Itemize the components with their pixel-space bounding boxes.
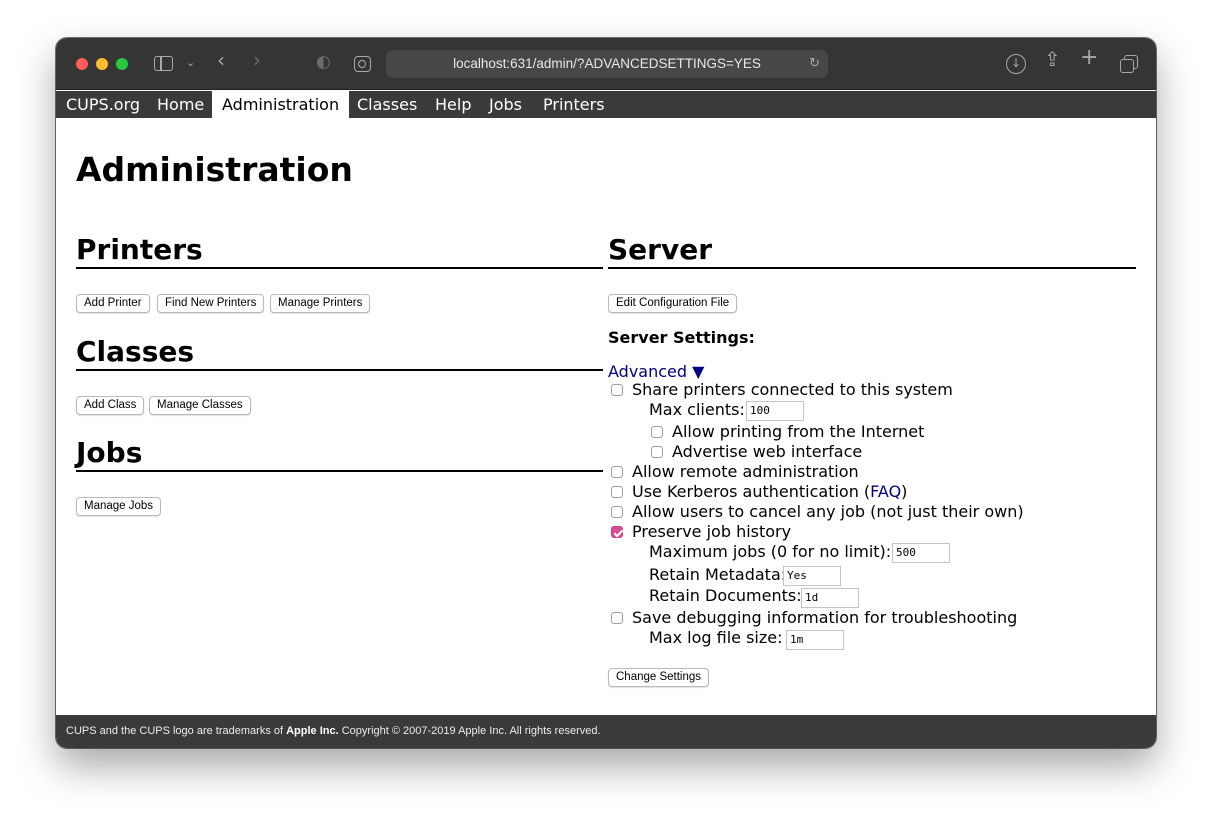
forward-arrow-icon[interactable]: ›: [253, 50, 261, 70]
preserve-history-checkbox[interactable]: [611, 526, 623, 538]
close-window-button[interactable]: [76, 58, 88, 70]
new-tab-icon[interactable]: +: [1080, 47, 1098, 69]
max-clients-row: Max clients:: [649, 400, 745, 420]
server-settings-label: Server Settings:: [608, 328, 755, 347]
retain-documents-row: Retain Documents:: [649, 586, 802, 606]
debug-logging-checkbox[interactable]: [611, 612, 623, 624]
share-icon[interactable]: ⇪: [1044, 49, 1061, 69]
cancel-any-job-checkbox[interactable]: [611, 506, 623, 518]
remote-admin-checkbox[interactable]: [611, 466, 623, 478]
retain-metadata-row: Retain Metadata:: [649, 565, 786, 585]
footer-brand: Apple Inc.: [286, 725, 339, 737]
allow-internet-checkbox[interactable]: [651, 426, 663, 438]
classes-heading: Classes: [76, 335, 603, 371]
page-title: Administration: [76, 150, 353, 189]
remote-admin-label: Allow remote administration: [632, 462, 859, 481]
preserve-history-label: Preserve job history: [632, 522, 792, 541]
max-log-size-row: Max log file size:: [649, 628, 783, 648]
max-log-size-input[interactable]: 1m: [786, 630, 844, 650]
retain-documents-label: Retain Documents:: [649, 586, 802, 605]
max-jobs-input[interactable]: 500: [892, 543, 950, 563]
change-settings-button[interactable]: Change Settings: [608, 668, 710, 687]
find-new-printers-button[interactable]: Find New Printers: [157, 294, 265, 313]
nav-home[interactable]: Home: [147, 91, 214, 118]
share-printers-label: Share printers connected to this system: [632, 380, 953, 399]
retain-documents-input[interactable]: 1d: [801, 588, 859, 608]
max-clients-input[interactable]: 100: [746, 401, 804, 421]
back-arrow-icon[interactable]: ‹: [217, 50, 225, 70]
url-text[interactable]: localhost:631/admin/?ADVANCEDSETTINGS=YE…: [386, 56, 828, 71]
manage-jobs-button[interactable]: Manage Jobs: [76, 497, 162, 516]
advanced-toggle-link[interactable]: Advanced ▼: [608, 362, 704, 381]
advertise-web-checkbox[interactable]: [651, 446, 663, 458]
share-printers-checkbox[interactable]: [611, 384, 623, 396]
address-bar[interactable]: localhost:631/admin/?ADVANCEDSETTINGS=YE…: [386, 50, 828, 78]
kerberos-checkbox[interactable]: [611, 486, 623, 498]
edit-configuration-file-button[interactable]: Edit Configuration File: [608, 294, 738, 313]
kerberos-label-close: ): [901, 482, 908, 501]
max-jobs-label: Maximum jobs (0 for no limit):: [649, 542, 892, 561]
privacy-shield-icon[interactable]: ◐: [316, 54, 331, 71]
server-heading: Server: [608, 233, 1136, 269]
manage-classes-button[interactable]: Manage Classes: [149, 396, 251, 415]
browser-toolbar: ⌄ ‹ › ◐ localhost:631/admin/?ADVANCEDSET…: [56, 38, 1156, 90]
sidebar-icon[interactable]: [154, 56, 173, 71]
download-icon[interactable]: ↓: [1006, 54, 1026, 74]
allow-internet-label: Allow printing from the Internet: [672, 422, 925, 441]
add-class-button[interactable]: Add Class: [76, 396, 145, 415]
nav-jobs[interactable]: Jobs: [479, 91, 532, 118]
reload-icon[interactable]: ↻: [809, 56, 820, 71]
reader-icon[interactable]: [354, 56, 371, 72]
nav-help[interactable]: Help: [425, 91, 481, 118]
nav-printers[interactable]: Printers: [533, 91, 615, 118]
footer-text-before: CUPS and the CUPS logo are trademarks of: [66, 725, 287, 737]
jobs-heading: Jobs: [76, 436, 603, 472]
max-log-size-label: Max log file size:: [649, 628, 783, 647]
zoom-window-button[interactable]: [116, 58, 128, 70]
add-printer-button[interactable]: Add Printer: [76, 294, 150, 313]
footer-text-after: Copyright © 2007-2019 Apple Inc. All rig…: [338, 725, 601, 737]
max-clients-label: Max clients:: [649, 400, 745, 419]
chevron-down-icon[interactable]: ⌄: [186, 55, 195, 71]
advertise-web-label: Advertise web interface: [672, 442, 863, 461]
cups-nav-bar: CUPS.org Home Administration Classes Hel…: [56, 91, 1156, 118]
printers-heading: Printers: [76, 233, 603, 269]
browser-window: ⌄ ‹ › ◐ localhost:631/admin/?ADVANCEDSET…: [56, 38, 1156, 748]
debug-logging-label: Save debugging information for troublesh…: [632, 608, 1018, 627]
tab-overview-icon[interactable]: [1120, 55, 1138, 73]
kerberos-faq-link[interactable]: FAQ: [870, 482, 901, 501]
nav-classes[interactable]: Classes: [347, 91, 427, 118]
nav-cups-org[interactable]: CUPS.org: [56, 91, 150, 118]
minimize-window-button[interactable]: [96, 58, 108, 70]
nav-administration[interactable]: Administration: [212, 91, 350, 118]
kerberos-label: Use Kerberos authentication (: [632, 482, 871, 501]
footer: CUPS and the CUPS logo are trademarks of…: [56, 715, 1156, 748]
cancel-any-job-label: Allow users to cancel any job (not just …: [632, 502, 1024, 521]
retain-metadata-label: Retain Metadata:: [649, 565, 787, 584]
manage-printers-button[interactable]: Manage Printers: [270, 294, 371, 313]
max-jobs-row: Maximum jobs (0 for no limit):: [649, 542, 891, 562]
retain-metadata-input[interactable]: Yes: [783, 566, 841, 586]
